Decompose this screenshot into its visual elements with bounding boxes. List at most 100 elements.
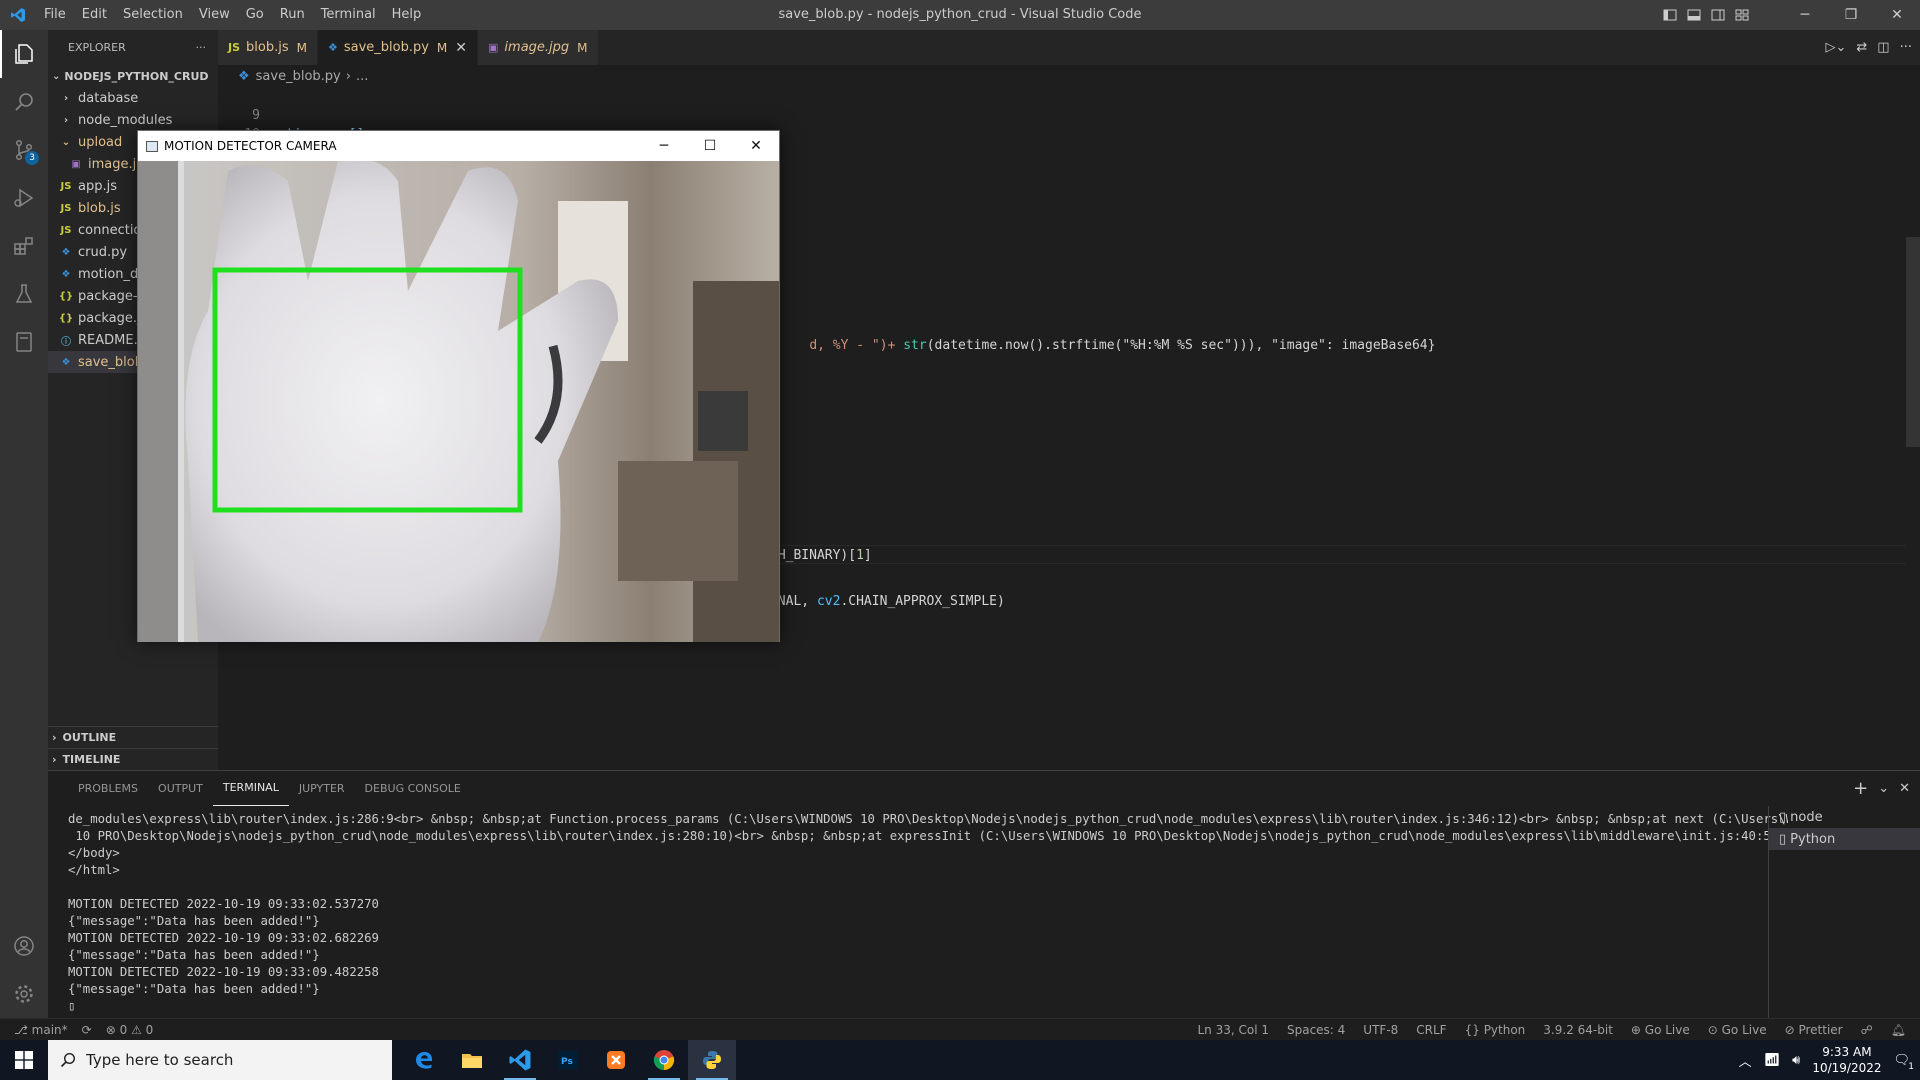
menu-go[interactable]: Go	[238, 0, 272, 30]
chrome-browser-icon[interactable]	[640, 1040, 688, 1080]
split-editor-icon[interactable]: ◫	[1877, 40, 1889, 55]
accounts-icon[interactable]	[0, 922, 48, 970]
menu-bar: File Edit Selection View Go Run Terminal…	[36, 0, 429, 30]
file-explorer-icon[interactable]	[448, 1040, 496, 1080]
close-window-button[interactable]: ✕	[1874, 0, 1920, 30]
search-icon[interactable]	[0, 78, 48, 126]
warning-icon: ⚠	[131, 1022, 142, 1037]
terminal-line: MOTION DETECTED 2022-10-19 09:33:02.5372…	[68, 897, 379, 911]
timeline-section[interactable]: › TIMELINE	[48, 748, 218, 770]
sync-icon[interactable]: ⟳	[82, 1023, 92, 1037]
panel-tab[interactable]: JUPYTER	[289, 771, 355, 806]
run-file-icon[interactable]: ▷⌄	[1826, 40, 1847, 55]
maximize-button[interactable]: ☐	[687, 131, 733, 161]
scrollbar-thumb[interactable]	[1906, 237, 1920, 447]
chevron-down-icon[interactable]: ⌄	[1878, 781, 1889, 796]
file-tree-label: app.js	[78, 178, 117, 194]
close-tab-icon[interactable]: ✕	[455, 40, 467, 56]
feedback-icon[interactable]: ☍	[1861, 1023, 1873, 1037]
volume-icon[interactable]: 🔊︎	[1792, 1053, 1800, 1068]
vscode-taskbar-icon[interactable]	[496, 1040, 544, 1080]
end-of-line[interactable]: CRLF	[1416, 1023, 1446, 1037]
editor-tab[interactable]: ❖ save_blob.py M ✕	[317, 30, 479, 65]
toggle-primary-sidebar-icon[interactable]	[1662, 7, 1678, 23]
notifications-bell-icon[interactable]: 🔔︎	[1891, 1023, 1906, 1037]
encoding[interactable]: UTF-8	[1363, 1023, 1398, 1037]
go-live-button[interactable]: ⊕ Go Live	[1631, 1023, 1690, 1037]
problems-indicator[interactable]: ⊗ 0 ⚠ 0	[106, 1023, 154, 1037]
more-actions-icon[interactable]: ···	[1900, 40, 1912, 55]
outline-section[interactable]: › OUTLINE	[48, 726, 218, 748]
terminal-instance[interactable]: ▯ Python	[1769, 828, 1920, 850]
minimize-button[interactable]: ─	[641, 131, 687, 161]
customize-layout-icon[interactable]	[1734, 7, 1750, 23]
toggle-secondary-sidebar-icon[interactable]	[1710, 7, 1726, 23]
prettier-button[interactable]: ⊘ Prettier	[1785, 1023, 1843, 1037]
terminal-line: MOTION DETECTED 2022-10-19 09:33:09.4822…	[68, 965, 379, 979]
testing-icon[interactable]	[0, 270, 48, 318]
bottom-panel: PROBLEMS OUTPUT TERMINAL JUPYTER DEBUG CONSO…	[48, 770, 1920, 1021]
broadcast-icon: ⊙	[1707, 1023, 1722, 1037]
close-panel-icon[interactable]: ✕	[1899, 781, 1910, 796]
branch-indicator[interactable]: ⎇ main*	[14, 1023, 68, 1037]
file-tree-label: node_modules	[78, 112, 173, 128]
more-actions-icon[interactable]: ···	[196, 41, 207, 54]
breadcrumb-symbols[interactable]: ...	[356, 69, 368, 84]
remote-explorer-icon[interactable]	[0, 318, 48, 366]
settings-gear-icon[interactable]	[0, 970, 48, 1018]
editor-tab[interactable]: ▣ image.jpg M	[478, 30, 599, 65]
tab-modified-indicator: M	[296, 40, 307, 55]
file-tree-item[interactable]: › node_modules	[48, 109, 218, 131]
toggle-panel-icon[interactable]	[1686, 7, 1702, 23]
windows-start-icon[interactable]	[0, 1040, 48, 1080]
menu-run[interactable]: Run	[272, 0, 313, 30]
js-icon: JS	[60, 180, 72, 192]
photoshop-icon[interactable]: Ps	[544, 1040, 592, 1080]
file-tree-item[interactable]: › database	[48, 87, 218, 109]
open-changes-icon[interactable]: ⇄	[1856, 40, 1867, 55]
menu-view[interactable]: View	[191, 0, 238, 30]
language-mode[interactable]: {} Python	[1465, 1023, 1526, 1037]
menu-edit[interactable]: Edit	[74, 0, 115, 30]
menu-selection[interactable]: Selection	[115, 0, 191, 30]
restore-button[interactable]: ❐	[1828, 0, 1874, 30]
action-center-icon[interactable]: 🗨︎ 1	[1893, 1053, 1914, 1072]
clock[interactable]: 9:33 AM 10/19/2022	[1812, 1044, 1881, 1076]
minimize-button[interactable]: ─	[1782, 0, 1828, 30]
breadcrumb-file[interactable]: save_blob.py	[256, 69, 341, 84]
panel-tab[interactable]: DEBUG CONSOLE	[355, 771, 471, 806]
taskbar-search-box[interactable]: Type here to search	[48, 1040, 392, 1080]
panel-tab[interactable]: TERMINAL	[212, 771, 289, 806]
terminal-output[interactable]: de_modules\express\lib\router\index.js:2…	[68, 811, 1788, 1021]
editor-scrollbar[interactable]	[1906, 87, 1920, 770]
new-terminal-icon[interactable]: +	[1853, 778, 1868, 799]
network-icon[interactable]: 📶︎	[1764, 1053, 1781, 1068]
menu-help[interactable]: Help	[384, 0, 430, 30]
vscode-logo-icon[interactable]	[0, 0, 36, 30]
motion-detector-window[interactable]: MOTION DETECTOR CAMERA ─ ☐ ✕	[137, 130, 780, 642]
editor-tab[interactable]: JS blob.js M	[218, 30, 318, 65]
desk	[618, 461, 738, 581]
project-folder[interactable]: ⌄ NODEJS_PYTHON_CRUD	[48, 65, 218, 87]
run-debug-icon[interactable]	[0, 174, 48, 222]
indentation[interactable]: Spaces: 4	[1287, 1023, 1345, 1037]
terminal-instance[interactable]: ▯ node	[1769, 806, 1920, 828]
source-control-icon[interactable]: 3	[0, 126, 48, 174]
menu-file[interactable]: File	[36, 0, 74, 30]
close-button[interactable]: ✕	[733, 131, 779, 161]
terminal-line: ▯	[68, 999, 76, 1013]
panel-tab[interactable]: OUTPUT	[148, 771, 213, 806]
chevron-up-icon[interactable]: ︿	[1739, 1051, 1752, 1070]
menu-terminal[interactable]: Terminal	[313, 0, 384, 30]
edge-browser-icon[interactable]	[400, 1040, 448, 1080]
py-icon: ❖	[61, 268, 71, 280]
explorer-icon[interactable]	[0, 30, 48, 78]
panel-tab[interactable]: PROBLEMS	[68, 771, 148, 806]
go-live-button-2[interactable]: ⊙ Go Live	[1708, 1023, 1767, 1037]
xampp-icon[interactable]	[592, 1040, 640, 1080]
python-interpreter[interactable]: 3.9.2 64-bit	[1543, 1023, 1613, 1037]
extensions-icon[interactable]	[0, 222, 48, 270]
camera-title-bar[interactable]: MOTION DETECTOR CAMERA ─ ☐ ✕	[138, 131, 779, 161]
python-app-icon[interactable]	[688, 1040, 736, 1080]
cursor-position[interactable]: Ln 33, Col 1	[1197, 1023, 1269, 1037]
